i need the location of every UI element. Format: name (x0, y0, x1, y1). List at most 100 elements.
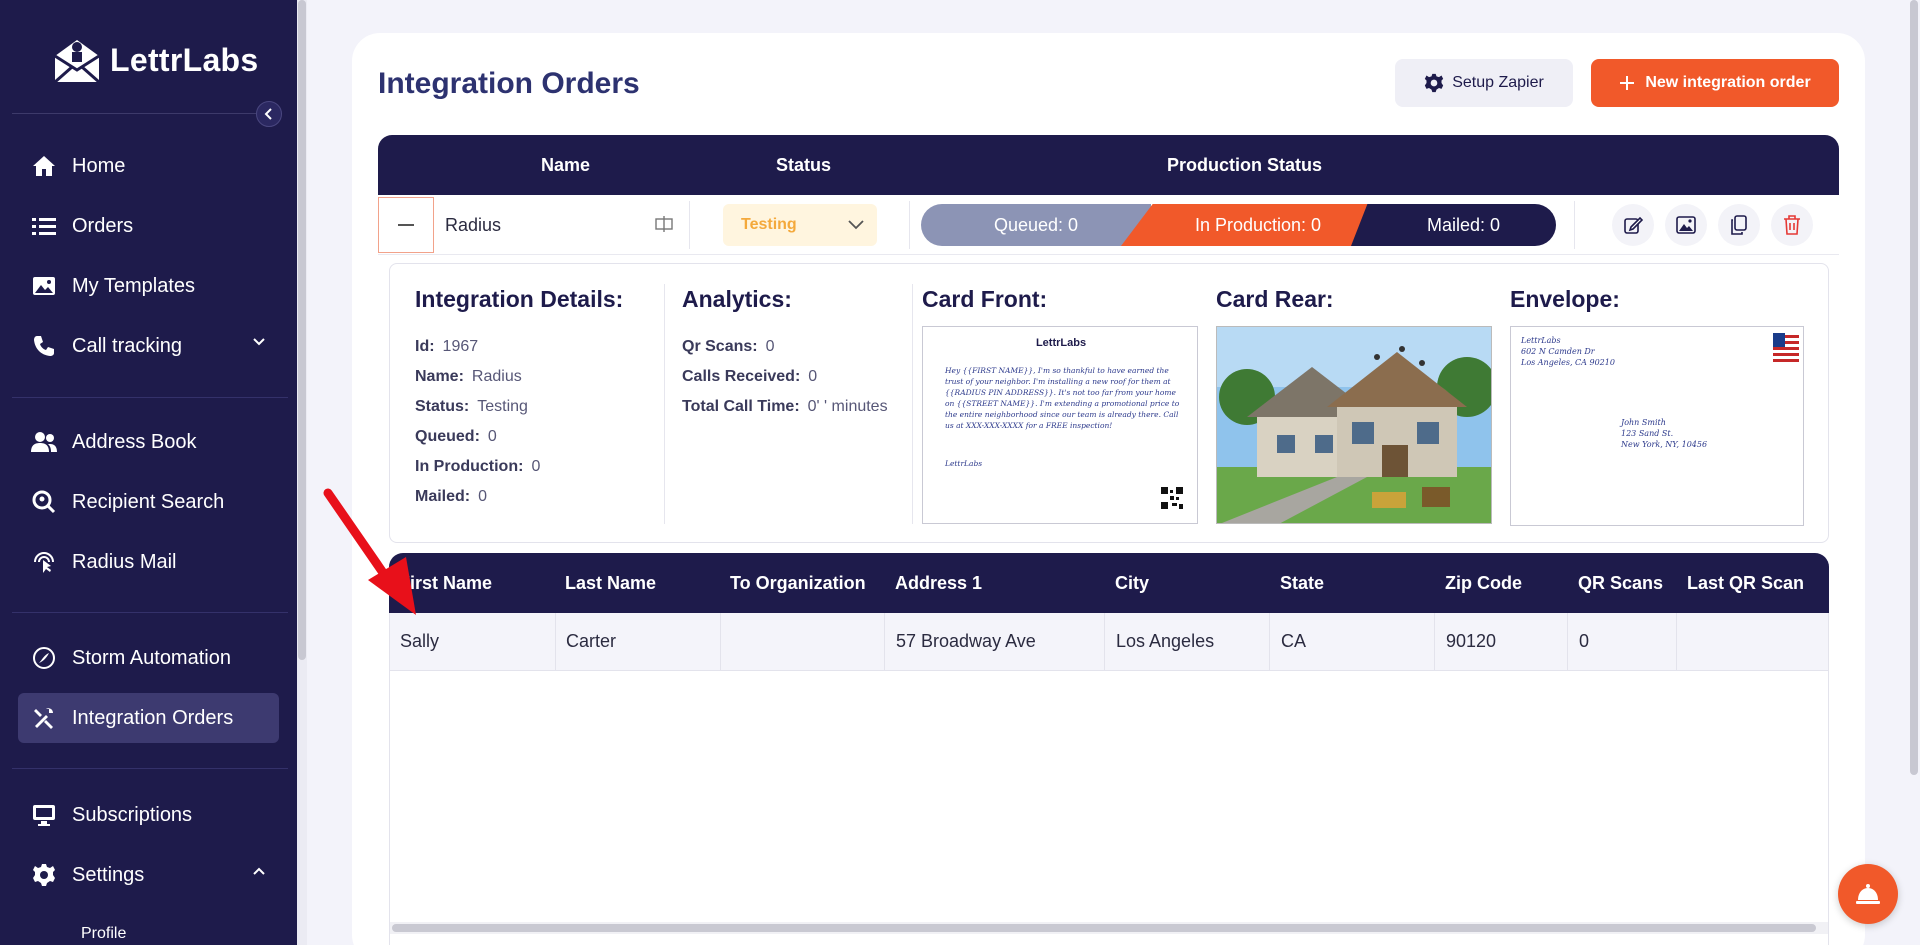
scrollbar-thumb[interactable] (1910, 0, 1918, 775)
horizontal-scrollbar[interactable] (390, 922, 1828, 934)
button-label: New integration order (1645, 74, 1811, 91)
integration-details-panel: Integration Details: Id: 1967 Name: Radius… (389, 263, 1829, 543)
chevron-left-icon (264, 108, 272, 120)
sidebar-item-label: Subscriptions (72, 803, 193, 826)
recipients-table-body: Sally Carter 57 Broadway Ave Los Angeles… (389, 613, 1829, 945)
sidebar-subitem-profile[interactable]: Profile (81, 925, 126, 943)
in-production-segment: In Production: 0 (1121, 204, 1385, 246)
orders-table-header: Name Status Production Status (378, 135, 1839, 195)
cell-last-name: Carter (566, 631, 617, 651)
divider (12, 397, 288, 398)
rename-icon[interactable] (655, 215, 673, 233)
status-select[interactable]: Testing (723, 204, 877, 246)
analytics-title: Analytics: (682, 286, 792, 312)
sidebar-item-call-tracking[interactable]: Call tracking (18, 321, 279, 371)
storm-icon (30, 644, 58, 672)
column-header-zip-code: Zip Code (1445, 573, 1522, 593)
divider (12, 612, 288, 613)
flag-stamp-icon (1773, 333, 1799, 363)
sidebar-item-address-book[interactable]: Address Book (18, 417, 279, 467)
divider (1574, 201, 1575, 249)
divider (1269, 613, 1270, 671)
sidebar-item-home[interactable]: Home (18, 141, 279, 191)
monitor-icon (30, 801, 58, 829)
sidebar-item-my-templates[interactable]: My Templates (18, 261, 279, 311)
divider (1434, 613, 1435, 671)
column-header-address-1: Address 1 (895, 573, 983, 593)
search-location-icon (30, 488, 58, 516)
chevron-down-icon (848, 220, 864, 230)
scrollbar-thumb[interactable] (392, 924, 1816, 932)
envelope-preview[interactable]: LettrLabs 602 N Camden Dr Los Angeles, C… (1510, 326, 1804, 526)
service-bell-icon (1856, 884, 1880, 904)
divider (1567, 613, 1568, 671)
logo[interactable]: LettrLabs (52, 36, 259, 84)
queued-segment: Queued: 0 (921, 204, 1151, 246)
sidebar-item-settings[interactable]: Settings (18, 850, 279, 900)
card-front-title: Card Front: (922, 286, 1048, 312)
setup-zapier-button[interactable]: Setup Zapier (1395, 59, 1573, 107)
sidebar-item-recipient-search[interactable]: Recipient Search (18, 477, 279, 527)
collapse-row-button[interactable] (378, 197, 434, 253)
sidebar-item-label: Settings (72, 863, 145, 886)
divider (555, 613, 556, 671)
help-button[interactable] (1838, 864, 1898, 924)
logo-text: LettrLabs (110, 41, 259, 78)
column-header-city: City (1115, 573, 1150, 593)
image-icon (1676, 216, 1696, 234)
house-roofing-image (1217, 327, 1491, 523)
edit-icon (1624, 216, 1643, 234)
qr-code-icon (1161, 487, 1183, 509)
order-name: Radius (445, 215, 502, 235)
sidebar-item-label: Recipient Search (72, 490, 225, 513)
button-label: Setup Zapier (1452, 74, 1544, 91)
card-front-brand: LettrLabs (1035, 337, 1087, 349)
detail-status: Status: Testing (415, 398, 528, 415)
analytics-qr-scans: Qr Scans: 0 (682, 338, 775, 355)
sidebar-item-label: My Templates (72, 274, 196, 297)
card-rear-title: Card Rear: (1216, 286, 1334, 312)
sidebar-item-integration-orders[interactable]: Integration Orders (18, 693, 279, 743)
detail-in-production: In Production: 0 (415, 458, 541, 475)
delete-button[interactable] (1771, 204, 1813, 246)
sidebar-item-label: Integration Orders (72, 706, 234, 729)
gear-icon (30, 861, 58, 889)
divider (12, 768, 288, 769)
divider (1676, 613, 1677, 671)
sidebar-scrollbar[interactable] (297, 0, 307, 945)
recipients-table-header: First Name Last Name To Organization Add… (389, 553, 1829, 613)
cell-zip-code: 90120 (1446, 631, 1497, 651)
detail-name: Name: Radius (415, 368, 522, 385)
images-button[interactable] (1665, 204, 1707, 246)
cell-state: CA (1281, 631, 1307, 651)
duplicate-button[interactable] (1718, 204, 1760, 246)
sidebar-item-label: Home (72, 154, 126, 177)
edit-button[interactable] (1612, 204, 1654, 246)
page-scrollbar[interactable] (1908, 0, 1920, 945)
sidebar-item-radius-mail[interactable]: Radius Mail (18, 537, 279, 587)
table-row[interactable]: Sally Carter 57 Broadway Ave Los Angeles… (390, 613, 1828, 671)
order-row[interactable]: Radius Testing Queued: 0 In Production: … (378, 195, 1839, 255)
collapse-sidebar-button[interactable] (256, 101, 282, 127)
analytics-total-call-time: Total Call Time: 0' ' minutes (682, 398, 888, 415)
sidebar-item-label: Orders (72, 214, 134, 237)
detail-queued: Queued: 0 (415, 428, 497, 445)
phone-icon (30, 332, 58, 360)
card-rear-preview[interactable] (1216, 326, 1492, 524)
gear-icon (1425, 73, 1444, 93)
page-title: Integration Orders (378, 67, 640, 100)
divider (689, 201, 690, 249)
sidebar-item-subscriptions[interactable]: Subscriptions (18, 790, 279, 840)
column-header-last-name: Last Name (565, 573, 657, 593)
card-front-preview[interactable]: LettrLabs Hey {{FIRST NAME}}, I'm so tha… (922, 326, 1198, 524)
annotation-arrow-icon (323, 488, 416, 615)
cell-first-name: Sally (400, 631, 440, 651)
scrollbar-thumb[interactable] (298, 0, 306, 660)
new-integration-order-button[interactable]: New integration order (1591, 59, 1839, 107)
sidebar-item-orders[interactable]: Orders (18, 201, 279, 251)
cell-city: Los Angeles (1116, 631, 1215, 651)
radius-pointer-icon (30, 548, 58, 576)
sidebar-item-storm-automation[interactable]: Storm Automation (18, 633, 279, 683)
column-header-last-qr-scan: Last QR Scan (1687, 573, 1805, 593)
column-header-state: State (1280, 573, 1325, 593)
